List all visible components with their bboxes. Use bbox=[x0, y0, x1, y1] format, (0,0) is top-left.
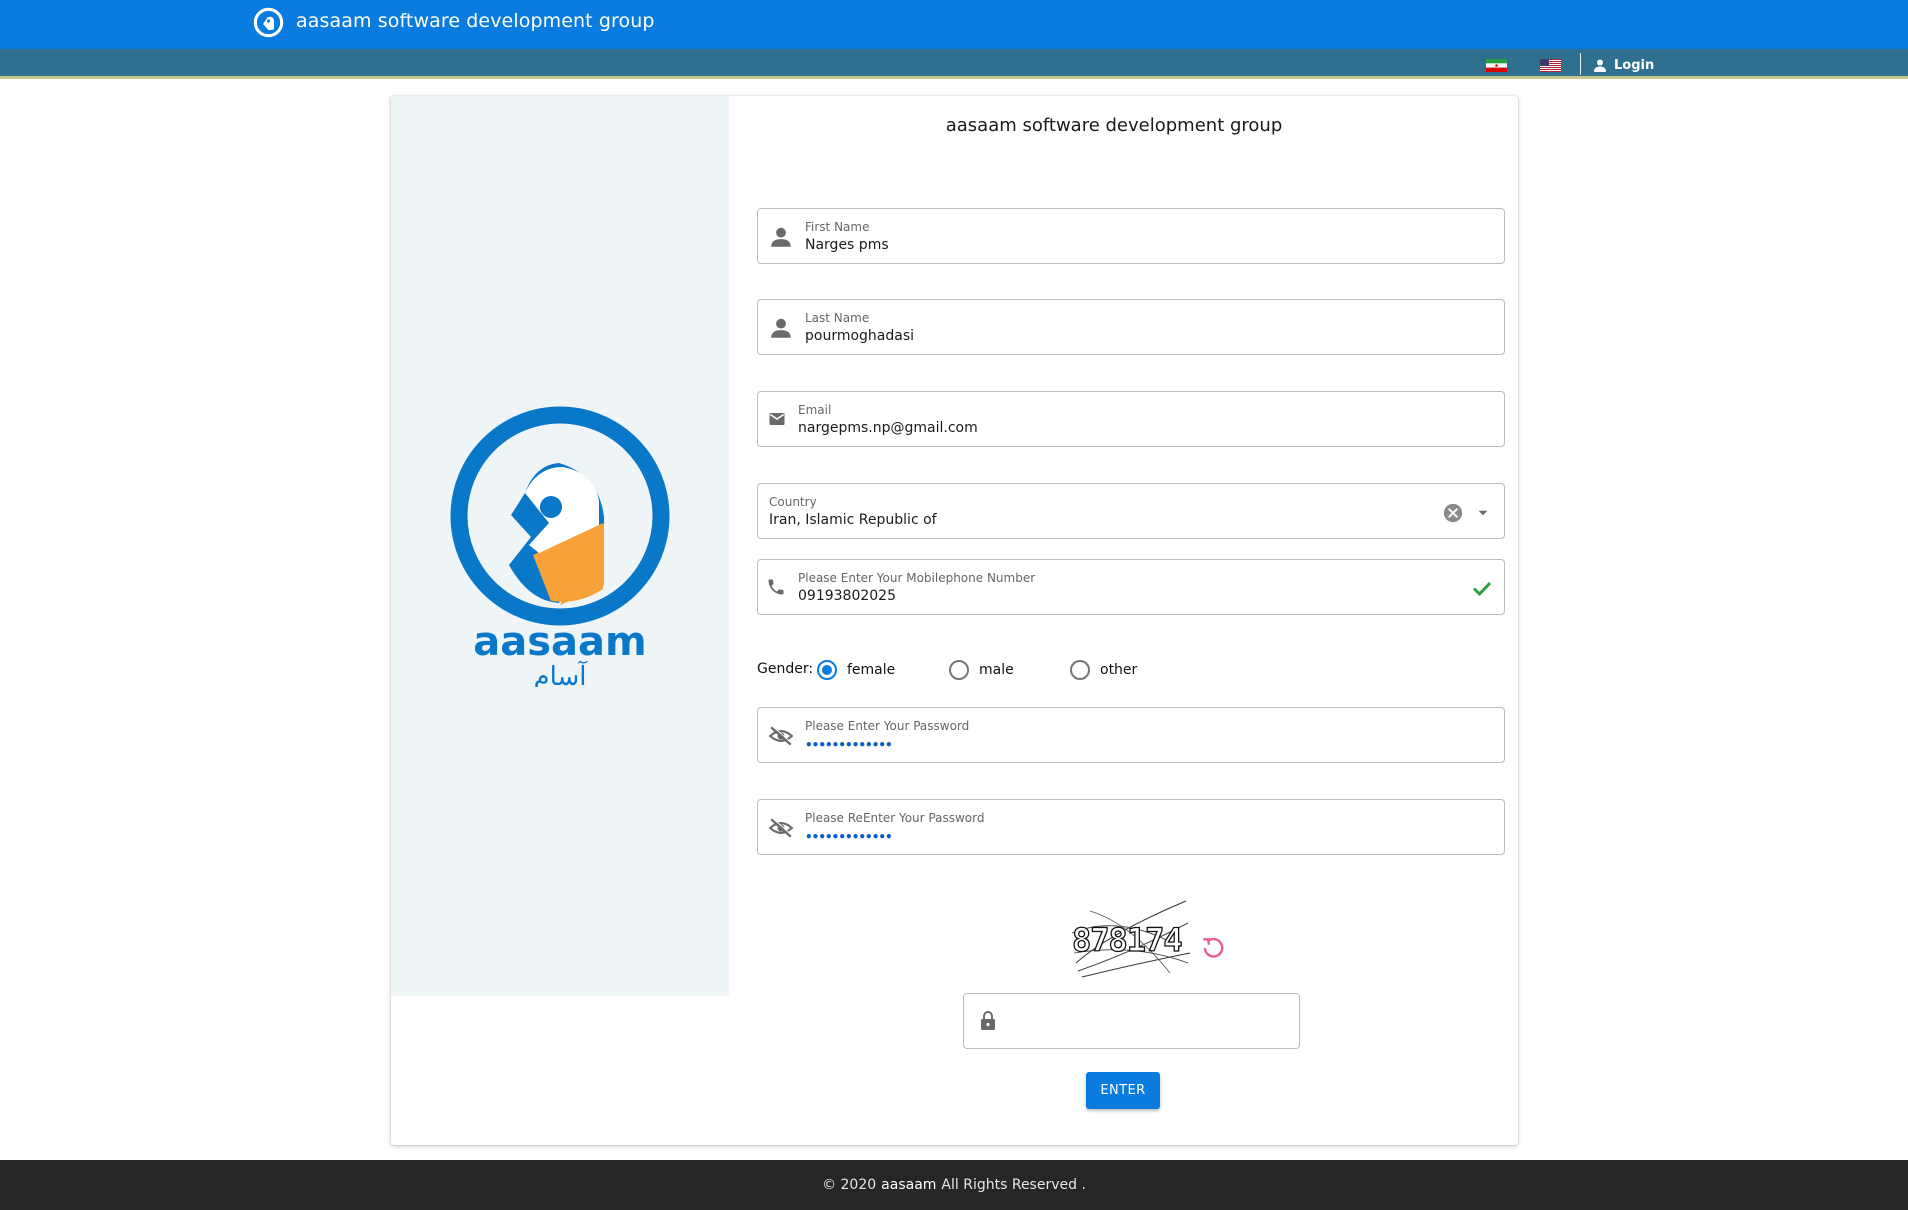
first-name-field[interactable]: First Name Narges pms bbox=[757, 208, 1505, 264]
gender-label-female[interactable]: female bbox=[847, 662, 895, 678]
email-field[interactable]: Email nargepms.np@gmail.com bbox=[757, 391, 1505, 447]
gender-label-male[interactable]: male bbox=[979, 662, 1014, 678]
password-field[interactable]: Please Enter Your Password ••••••••••••• bbox=[757, 707, 1505, 763]
country-label: Country bbox=[769, 495, 817, 509]
mobile-label: Please Enter Your Mobilephone Number bbox=[798, 571, 1036, 585]
footer: © 2020 aasaam All Rights Reserved . bbox=[0, 1160, 1908, 1210]
country-select[interactable]: Country Iran, Islamic Republic of bbox=[757, 483, 1505, 539]
mail-icon bbox=[769, 413, 785, 425]
aasaam-brand-logo: aasaam آسام bbox=[450, 406, 670, 687]
password-repeat-value[interactable]: ••••••••••••• bbox=[805, 830, 893, 844]
footer-brand: aasaam bbox=[881, 1177, 937, 1193]
user-icon bbox=[1594, 59, 1606, 72]
chevron-down-icon[interactable] bbox=[1474, 504, 1492, 522]
enter-button[interactable]: ENTER bbox=[1086, 1072, 1160, 1109]
last-name-field[interactable]: Last Name pourmoghadasi bbox=[757, 299, 1505, 355]
brand-title[interactable]: aasaam software development group bbox=[296, 10, 655, 32]
phone-icon bbox=[768, 579, 784, 595]
aasaam-logo-icon[interactable] bbox=[253, 7, 284, 38]
us-flag-icon[interactable] bbox=[1540, 59, 1561, 72]
mobile-field[interactable]: Please Enter Your Mobilephone Number 091… bbox=[757, 559, 1505, 615]
password-repeat-field[interactable]: Please ReEnter Your Password •••••••••••… bbox=[757, 799, 1505, 855]
password-value[interactable]: ••••••••••••• bbox=[805, 738, 893, 752]
password-label: Please Enter Your Password bbox=[805, 719, 970, 733]
footer-copyright: © 2020 bbox=[822, 1177, 877, 1193]
login-link[interactable]: Login bbox=[1594, 55, 1654, 75]
logo-wordmark: aasaam bbox=[473, 619, 646, 665]
gender-radio-male[interactable] bbox=[949, 660, 969, 680]
iran-flag-icon[interactable] bbox=[1486, 59, 1507, 72]
email-label: Email bbox=[798, 403, 832, 417]
email-value[interactable]: nargepms.np@gmail.com bbox=[798, 420, 978, 436]
captcha-text: 878174 bbox=[1072, 921, 1182, 959]
top-app-bar: aasaam software development group bbox=[0, 0, 1908, 49]
gender-radio-other[interactable] bbox=[1070, 660, 1090, 680]
gender-label-other[interactable]: other bbox=[1100, 662, 1137, 678]
country-value[interactable]: Iran, Islamic Republic of bbox=[769, 512, 937, 528]
logo-wordmark-fa: آسام bbox=[533, 660, 588, 687]
first-name-value[interactable]: Narges pms bbox=[805, 237, 889, 253]
first-name-label: First Name bbox=[805, 220, 870, 234]
footer-rights: All Rights Reserved . bbox=[941, 1177, 1086, 1193]
password-repeat-label: Please ReEnter Your Password bbox=[805, 811, 985, 825]
gender-radio-female[interactable] bbox=[817, 660, 837, 680]
person-icon bbox=[771, 227, 791, 247]
lock-icon bbox=[981, 1011, 995, 1030]
toolbar-divider bbox=[1580, 53, 1581, 75]
clear-icon[interactable] bbox=[1442, 502, 1464, 524]
captcha-image: 878174 bbox=[1071, 900, 1191, 978]
captcha-input[interactable] bbox=[963, 993, 1300, 1049]
refresh-icon[interactable] bbox=[1200, 935, 1226, 961]
login-label: Login bbox=[1614, 57, 1655, 73]
eye-off-icon[interactable] bbox=[768, 815, 794, 841]
eye-off-icon[interactable] bbox=[768, 723, 794, 749]
last-name-value[interactable]: pourmoghadasi bbox=[805, 328, 914, 344]
form-title: aasaam software development group bbox=[945, 115, 1283, 136]
person-icon bbox=[771, 318, 791, 338]
last-name-label: Last Name bbox=[805, 311, 870, 325]
gender-label: Gender: bbox=[757, 661, 814, 677]
mobile-value[interactable]: 09193802025 bbox=[798, 588, 896, 604]
check-icon bbox=[1472, 581, 1492, 597]
